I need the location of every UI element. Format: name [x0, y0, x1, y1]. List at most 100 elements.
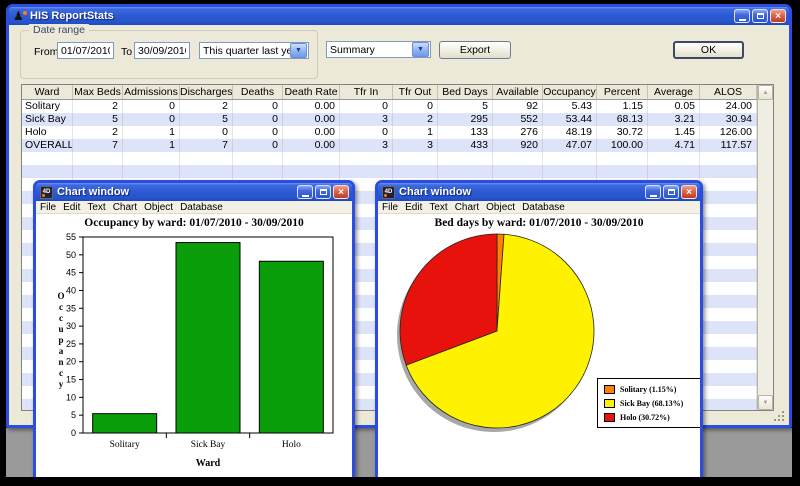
table-cell: Solitary	[22, 100, 73, 113]
column-header-discharges[interactable]: Discharges	[180, 85, 233, 99]
table-cell	[180, 165, 233, 178]
column-header-occupancy[interactable]: Occupancy	[543, 85, 597, 99]
table-cell: 3	[340, 113, 393, 126]
menu-item-file[interactable]: File	[382, 202, 398, 213]
scroll-up-button[interactable]: ▲	[758, 85, 773, 100]
menu-item-object[interactable]: Object	[144, 202, 173, 213]
chevron-down-icon[interactable]: ▼	[412, 42, 429, 57]
y-axis-title-letter: c	[59, 313, 63, 323]
scroll-down-button[interactable]: ▼	[758, 395, 773, 410]
menu-bar: File Edit Text Chart Object Database	[36, 201, 352, 214]
from-date-input[interactable]	[57, 42, 114, 59]
main-titlebar[interactable]: ♟ HIS ReportStats ×	[9, 7, 789, 25]
minimize-button[interactable]	[645, 185, 661, 199]
column-header-bed-days[interactable]: Bed Days	[438, 85, 493, 99]
menu-item-chart[interactable]: Chart	[113, 202, 137, 213]
table-cell: 5	[180, 113, 233, 126]
column-header-admissions[interactable]: Admissions	[123, 85, 180, 99]
table-cell	[700, 321, 757, 334]
menu-item-database[interactable]: Database	[180, 202, 223, 213]
table-cell	[700, 386, 757, 399]
table-row-overall[interactable]: OVERALL71700.003343392047.07100.004.7111…	[22, 139, 757, 152]
column-header-death-rate[interactable]: Death Rate	[283, 85, 340, 99]
table-cell: 0	[123, 100, 180, 113]
menu-item-file[interactable]: File	[40, 202, 56, 213]
menu-item-edit[interactable]: Edit	[405, 202, 422, 213]
column-header-average[interactable]: Average	[648, 85, 700, 99]
maximize-button[interactable]	[315, 185, 331, 199]
close-icon: ×	[775, 11, 781, 22]
column-header-tfr-out[interactable]: Tfr Out	[393, 85, 438, 99]
y-axis-title-letter: u	[58, 324, 63, 334]
export-button[interactable]: Export	[439, 41, 511, 59]
minimize-button[interactable]	[297, 185, 313, 199]
table-cell: 2	[73, 126, 123, 139]
table-row-holo[interactable]: Holo21000.000113327648.1930.721.45126.00	[22, 126, 757, 139]
table-cell: 47.07	[543, 139, 597, 152]
minimize-button[interactable]	[734, 9, 750, 23]
menu-item-database[interactable]: Database	[522, 202, 565, 213]
table-row-solitary[interactable]: Solitary20200.00005925.431.150.0524.00	[22, 100, 757, 113]
table-cell: 48.19	[543, 126, 597, 139]
chevron-down-icon[interactable]: ▼	[290, 43, 307, 58]
to-date-input[interactable]	[134, 42, 190, 59]
table-cell	[180, 152, 233, 165]
table-cell: 920	[493, 139, 543, 152]
table-cell	[700, 399, 757, 410]
bar-chart-window: 4D Chart window × File Edit Text Chart Objec…	[33, 180, 355, 480]
maximize-icon	[320, 189, 327, 195]
column-header-tfr-in[interactable]: Tfr In	[340, 85, 393, 99]
table-cell: 5.43	[543, 100, 597, 113]
table-cell	[648, 152, 700, 165]
scroll-up-icon: ▲	[763, 90, 769, 96]
close-button[interactable]: ×	[681, 185, 697, 199]
column-header-available[interactable]: Available	[493, 85, 543, 99]
table-cell: 7	[73, 139, 123, 152]
table-cell: 276	[493, 126, 543, 139]
column-header-ward[interactable]: Ward	[22, 85, 73, 99]
report-type-select[interactable]: Summary ▼	[326, 41, 431, 58]
table-cell: 0.00	[283, 139, 340, 152]
table-cell: 2	[393, 113, 438, 126]
menu-item-text[interactable]: Text	[429, 202, 447, 213]
x-category-label: Sick Bay	[191, 440, 226, 450]
table-cell	[700, 230, 757, 243]
y-tick-label: 20	[66, 357, 76, 367]
table-scrollbar[interactable]: ▲ ▼	[757, 85, 773, 410]
table-cell: 5	[73, 113, 123, 126]
table-cell: Holo	[22, 126, 73, 139]
close-button[interactable]: ×	[770, 9, 786, 23]
table-cell: 117.57	[700, 139, 757, 152]
table-cell	[123, 165, 180, 178]
app-icon: ♟	[13, 10, 26, 23]
table-cell: 133	[438, 126, 493, 139]
table-cell	[493, 165, 543, 178]
maximize-button[interactable]	[663, 185, 679, 199]
close-button[interactable]: ×	[333, 185, 349, 199]
table-row-sick-bay[interactable]: Sick Bay50500.003229555253.4468.133.2130…	[22, 113, 757, 126]
menu-item-chart[interactable]: Chart	[455, 202, 479, 213]
table-cell: 68.13	[597, 113, 648, 126]
scroll-down-icon: ▼	[763, 400, 769, 406]
column-header-alos[interactable]: ALOS	[700, 85, 757, 99]
legend-label: Solitary (1.15%)	[620, 385, 676, 394]
period-select[interactable]: This quarter last year ▼	[199, 42, 309, 59]
menu-item-edit[interactable]: Edit	[63, 202, 80, 213]
menu-item-text[interactable]: Text	[87, 202, 105, 213]
column-header-percent[interactable]: Percent	[597, 85, 648, 99]
y-axis-title-letter: y	[59, 379, 64, 389]
column-header-max-beds[interactable]: Max Beds	[73, 85, 123, 99]
bar-chart-titlebar[interactable]: 4D Chart window ×	[36, 183, 352, 201]
column-header-deaths[interactable]: Deaths	[233, 85, 283, 99]
y-axis-title-letter: O	[57, 291, 64, 301]
table-cell	[700, 152, 757, 165]
app-icon-dot	[23, 11, 27, 15]
table-cell: 2	[73, 100, 123, 113]
resize-grip[interactable]	[773, 410, 785, 422]
pie-chart-titlebar[interactable]: 4D Chart window ×	[378, 183, 700, 201]
menu-item-object[interactable]: Object	[486, 202, 515, 213]
ok-button[interactable]: OK	[673, 41, 744, 59]
maximize-button[interactable]	[752, 9, 768, 23]
table-cell	[700, 373, 757, 386]
minimize-icon	[302, 195, 309, 197]
